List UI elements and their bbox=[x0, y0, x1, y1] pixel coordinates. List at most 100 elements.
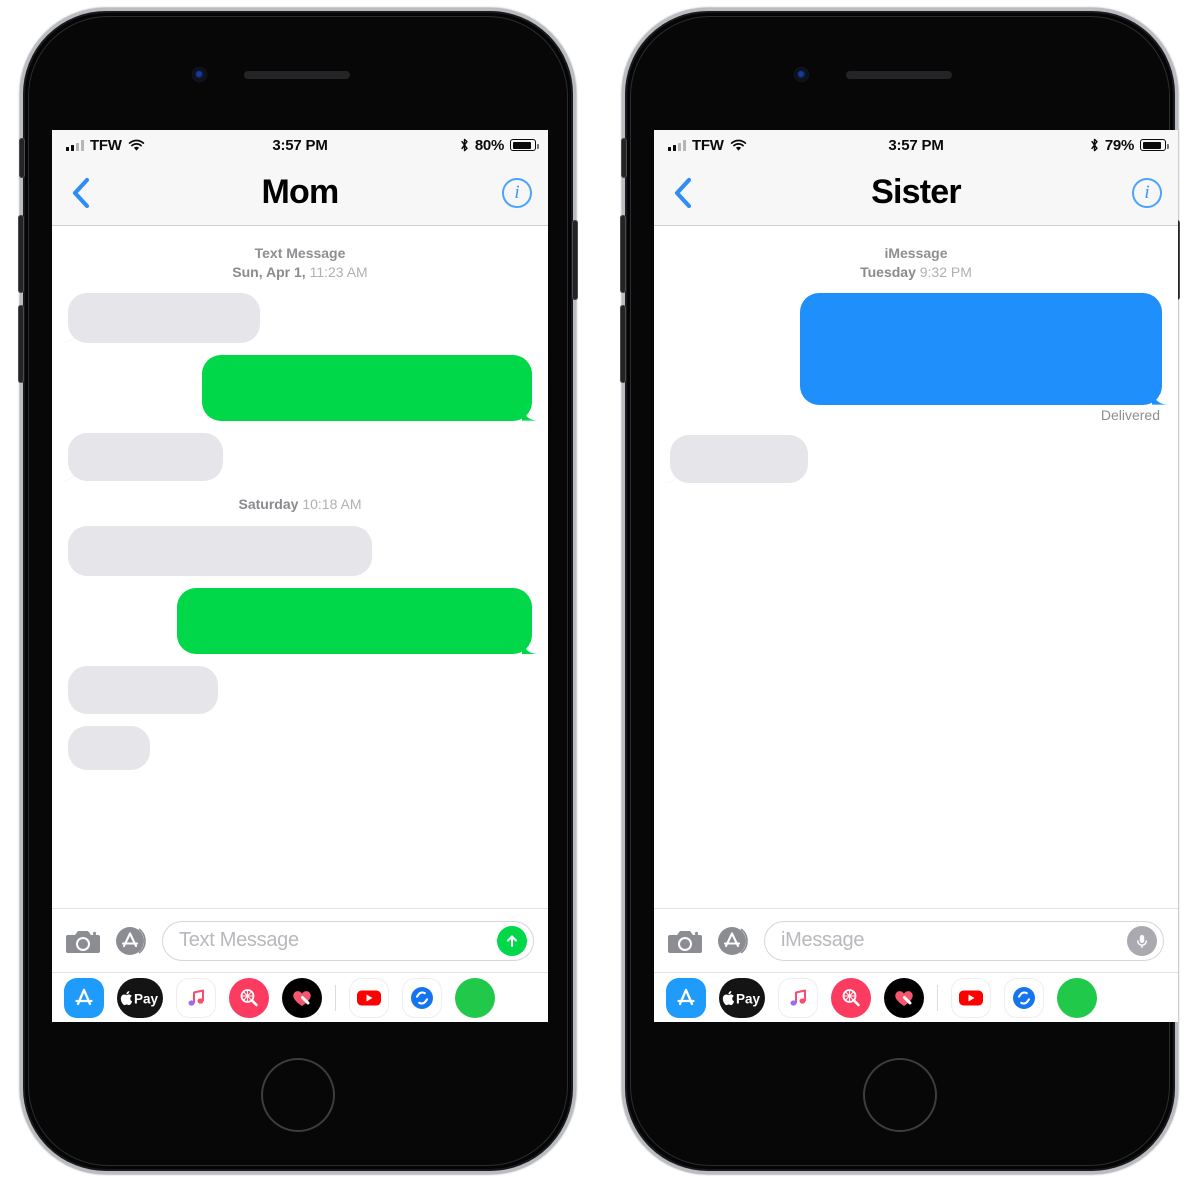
timestamp-label: Saturday 10:18 AM bbox=[68, 495, 532, 514]
message-row[interactable] bbox=[68, 354, 539, 421]
images-app-icon[interactable] bbox=[229, 977, 269, 1018]
shazam-app-icon[interactable] bbox=[402, 977, 442, 1018]
message-row[interactable] bbox=[61, 432, 532, 481]
drawer-divider bbox=[937, 984, 938, 1011]
green-app-icon[interactable] bbox=[455, 977, 495, 1018]
nav-bar: Mom i bbox=[52, 160, 548, 226]
phone-left: TFW 3:57 PM 80% Mom i Text Message Sun, … bbox=[18, 8, 578, 1174]
app-store-icon[interactable] bbox=[114, 924, 148, 958]
volume-up-button[interactable] bbox=[18, 215, 24, 293]
sensor-row bbox=[20, 66, 576, 84]
message-row[interactable] bbox=[61, 525, 532, 576]
timestamp-day: Saturday bbox=[238, 495, 299, 512]
svg-text:Pay: Pay bbox=[736, 991, 761, 1006]
music-app-icon[interactable] bbox=[176, 977, 216, 1018]
battery-cap bbox=[537, 143, 539, 149]
status-bar: TFW 3:57 PM 80% bbox=[52, 130, 548, 160]
message-kind-label: Text Message bbox=[254, 245, 346, 261]
digital-touch-icon[interactable] bbox=[884, 977, 924, 1018]
app-store-app-icon[interactable] bbox=[666, 977, 706, 1018]
phone-right: TFW 3:57 PM 79% Sister i iMessage Tuesda… bbox=[620, 8, 1180, 1174]
front-camera-icon bbox=[795, 68, 808, 81]
message-bubble-sent[interactable] bbox=[177, 587, 539, 654]
timestamp-day: Sun, Apr 1, bbox=[232, 264, 306, 281]
comparison-screenshot: TFW 3:57 PM 80% Mom i Text Message Sun, … bbox=[0, 0, 1200, 1182]
message-bubble-received[interactable] bbox=[61, 292, 260, 343]
send-arrow-icon[interactable] bbox=[497, 925, 527, 956]
microphone-icon[interactable] bbox=[1127, 925, 1157, 956]
camera-icon[interactable] bbox=[668, 927, 702, 955]
message-bubble-received[interactable] bbox=[61, 725, 150, 770]
green-app-icon[interactable] bbox=[1057, 977, 1097, 1018]
timestamp-time: 11:23 AM bbox=[309, 264, 368, 281]
volume-down-button[interactable] bbox=[18, 305, 24, 383]
home-button[interactable] bbox=[261, 1058, 335, 1132]
shazam-app-icon[interactable] bbox=[1004, 977, 1044, 1018]
message-row[interactable] bbox=[68, 587, 539, 654]
app-store-icon[interactable] bbox=[716, 924, 750, 958]
battery-cap bbox=[1167, 143, 1169, 149]
bluetooth-icon bbox=[461, 138, 468, 152]
timestamp-label: Tuesday 9:32 PM bbox=[670, 263, 1162, 282]
apple-pay-app-icon[interactable]: Pay bbox=[117, 977, 163, 1018]
page-title: Mom bbox=[261, 173, 340, 211]
message-row[interactable] bbox=[61, 665, 532, 714]
screen-right: TFW 3:57 PM 79% Sister i iMessage Tuesda… bbox=[654, 130, 1178, 1022]
youtube-app-icon[interactable] bbox=[951, 977, 991, 1018]
message-thread[interactable]: iMessage Tuesday 9:32 PM Delivered bbox=[654, 226, 1178, 908]
camera-icon[interactable] bbox=[66, 927, 100, 955]
timestamp-time: 10:18 AM bbox=[302, 495, 362, 512]
status-bar: TFW 3:57 PM 79% bbox=[654, 130, 1178, 160]
timestamp-time: 9:32 PM bbox=[919, 264, 972, 281]
battery-percent-label: 79% bbox=[1104, 136, 1134, 154]
music-app-icon[interactable] bbox=[778, 977, 818, 1018]
earpiece-speaker bbox=[846, 71, 952, 79]
message-row[interactable] bbox=[61, 292, 532, 343]
delivered-status: Delivered bbox=[1100, 406, 1160, 423]
message-input[interactable]: Text Message bbox=[179, 929, 497, 952]
message-bubble-sent[interactable] bbox=[202, 354, 539, 421]
message-kind-label: iMessage bbox=[884, 245, 948, 261]
info-circle-icon[interactable]: i bbox=[502, 177, 532, 208]
images-app-icon[interactable] bbox=[831, 977, 871, 1018]
message-bubble-received[interactable] bbox=[61, 665, 218, 714]
message-bubble-received[interactable] bbox=[61, 525, 372, 576]
volume-up-button[interactable] bbox=[620, 215, 626, 293]
front-camera-icon bbox=[193, 68, 206, 81]
message-input-bar: Text Message bbox=[52, 908, 548, 972]
volume-down-button[interactable] bbox=[620, 305, 626, 383]
message-bubble-received[interactable] bbox=[61, 432, 223, 481]
svg-text:Pay: Pay bbox=[134, 991, 159, 1006]
battery-icon bbox=[1140, 139, 1169, 151]
timestamp-label: Sun, Apr 1, 11:23 AM bbox=[68, 263, 532, 282]
apple-pay-app-icon[interactable]: Pay bbox=[719, 977, 765, 1018]
message-input[interactable]: iMessage bbox=[781, 929, 1127, 952]
home-button[interactable] bbox=[863, 1058, 937, 1132]
youtube-app-icon[interactable] bbox=[349, 977, 389, 1018]
imessage-app-drawer[interactable]: Pay bbox=[52, 972, 548, 1022]
info-circle-icon[interactable]: i bbox=[1132, 177, 1162, 208]
battery-fill bbox=[1142, 141, 1161, 149]
inline-timestamp: Saturday 10:18 AM bbox=[68, 495, 532, 514]
silent-switch[interactable] bbox=[621, 138, 627, 178]
message-thread[interactable]: Text Message Sun, Apr 1, 11:23 AM Saturd… bbox=[52, 226, 548, 908]
info-label: i bbox=[514, 181, 520, 203]
earpiece-speaker bbox=[244, 71, 350, 79]
app-store-app-icon[interactable] bbox=[64, 977, 104, 1018]
message-row[interactable] bbox=[663, 434, 1162, 483]
message-bubble-sent[interactable] bbox=[800, 292, 1169, 405]
message-bubble-received[interactable] bbox=[663, 434, 808, 483]
screen-left: TFW 3:57 PM 80% Mom i Text Message Sun, … bbox=[52, 130, 548, 1022]
thread-timestamp: Text Message Sun, Apr 1, 11:23 AM bbox=[68, 244, 532, 283]
message-row[interactable] bbox=[670, 292, 1169, 405]
power-button[interactable] bbox=[572, 220, 578, 300]
timestamp-day: Tuesday bbox=[860, 264, 916, 281]
thread-timestamp: iMessage Tuesday 9:32 PM bbox=[670, 244, 1162, 283]
search-field-wrapper[interactable]: iMessage bbox=[764, 920, 1164, 961]
silent-switch[interactable] bbox=[19, 138, 25, 178]
digital-touch-icon[interactable] bbox=[282, 977, 322, 1018]
battery-icon bbox=[510, 139, 539, 151]
search-field-wrapper[interactable]: Text Message bbox=[162, 920, 534, 961]
imessage-app-drawer[interactable]: Pay bbox=[654, 972, 1178, 1022]
message-row[interactable] bbox=[61, 725, 532, 770]
